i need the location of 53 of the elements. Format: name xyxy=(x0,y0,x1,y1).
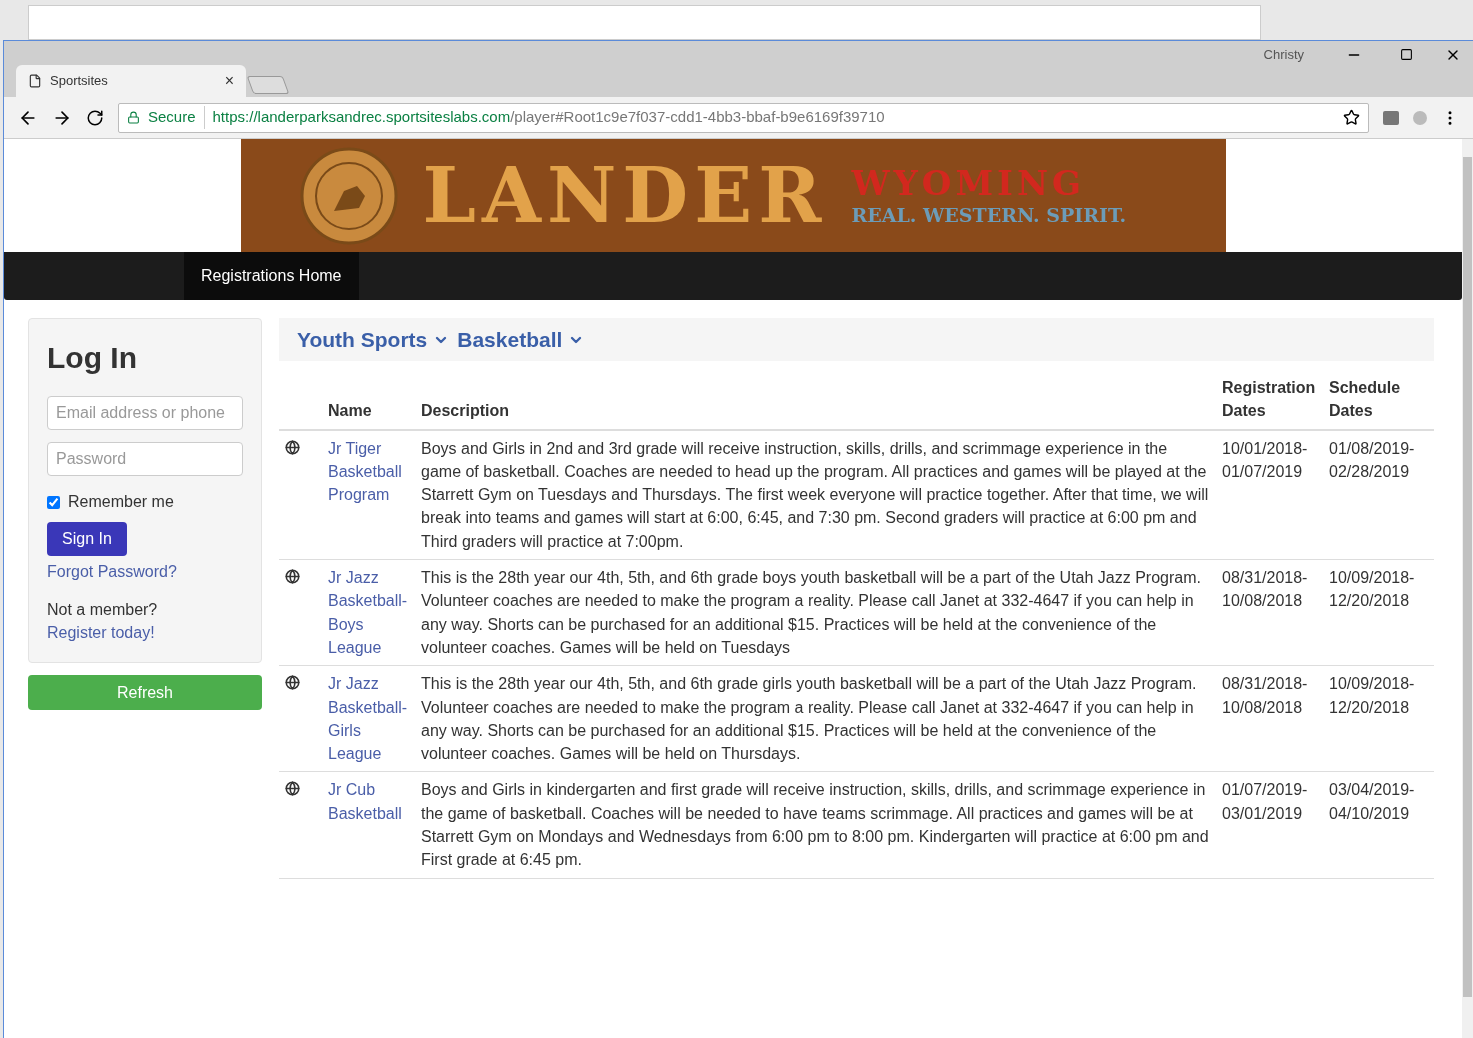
globe-icon xyxy=(285,569,300,585)
remember-label: Remember me xyxy=(68,492,174,512)
tab-close[interactable]: × xyxy=(224,69,234,93)
secure-label: Secure xyxy=(148,106,205,129)
program-name-link[interactable]: Jr Jazz Basketball-Boys League xyxy=(322,559,415,666)
registration-dates-cell: 08/31/2018-10/08/2018 xyxy=(1216,559,1323,666)
email-field[interactable]: Email address or phone xyxy=(47,396,243,430)
password-field[interactable]: Password xyxy=(47,442,243,476)
banner-title: LANDER xyxy=(422,157,828,234)
description-cell: This is the 28th year our 4th, 5th, and 6th grade girls youth basketball will be a part of the Utah Jazz Program. Volunteer coaches are needed to make the program a reality. Please call Janet at 332-4647 if you can help in any way. Shorts can be purchased for an additional $15. Practices will be held at the convenience of the volunteer coaches. Games will be held on Thursdays. xyxy=(415,665,1216,772)
address-bar[interactable]: Secure https://landerparksandrec.sportsiteslabs.com/player#Root1c9e7f037-cdd1-4bb3-bbaf-b9e6169f39710 xyxy=(118,102,1369,133)
column-header: Name xyxy=(322,376,415,430)
description-cell: This is the 28th year our 4th, 5th, and 6th grade boys youth basketball will be a part of the Utah Jazz Program. Volunteer coaches are needed to make the program a reality. Please call Janet at 332-4647 if you can help in any way. Shorts can be purchased for an additional $15. Practices will be held at the convenience of the volunteer coaches. Games will be held on Tuesdays xyxy=(415,559,1216,666)
nav-item[interactable]: Registrations Home xyxy=(184,252,359,300)
sign-in-button[interactable]: Sign In xyxy=(47,522,127,556)
maximize-icon[interactable] xyxy=(1400,48,1413,62)
breadcrumb-dropdown[interactable]: Youth Sports xyxy=(297,323,450,356)
registration-dates-cell: 08/31/2018-10/08/2018 xyxy=(1216,665,1323,772)
remember-checkbox[interactable] xyxy=(47,495,60,509)
globe-icon xyxy=(285,675,300,691)
page-icon xyxy=(28,74,42,88)
column-header: Schedule Dates xyxy=(1323,376,1434,430)
register-text: Not a member? Register today! xyxy=(47,600,159,643)
globe-icon xyxy=(285,781,300,797)
url-text: https://landerparksandrec.sportsiteslabs.com/player#Root1c9e7f037-cdd1-4bb3-bbaf-b9e6169f39710 xyxy=(212,107,886,128)
schedule-dates-cell: 10/09/2018-12/20/2018 xyxy=(1323,665,1434,772)
forgot-password-link[interactable]: Forgot Password? xyxy=(47,560,243,584)
description-cell: Boys and Girls in kindergarten and first grade will receive instruction, skills, drills, and scrimmage experience in the game of basketball. Coaches will be needed to have teams scrimmage. All practices and games will be at Starrett Gym on Mondays and Wednesdays from 6:00 pm to 8:00 pm. Kindergarten will practice at 6:00 pm and First grade at 6:45 pm. xyxy=(415,771,1216,879)
banner-tagline: REAL. WESTERN. SPIRIT. xyxy=(851,206,1127,225)
profile-name[interactable]: Christy xyxy=(1263,45,1304,65)
registration-dates-cell: 10/01/2018-01/07/2019 xyxy=(1216,429,1323,560)
breadcrumb-dropdown[interactable]: Basketball xyxy=(457,323,585,356)
extension-icon[interactable] xyxy=(1383,110,1399,125)
schedule-dates-cell: 10/09/2018-12/20/2018 xyxy=(1323,559,1434,666)
column-header: Description xyxy=(415,376,1216,430)
column-header: Registration Dates xyxy=(1216,376,1323,430)
program-name-link[interactable]: Jr Tiger Basketball Program xyxy=(322,429,415,560)
program-name-link[interactable]: Jr Jazz Basketball-Girls League xyxy=(322,665,415,772)
globe-icon xyxy=(285,439,300,455)
tab-title: Sportsites xyxy=(50,72,109,91)
register-link[interactable]: Register today! xyxy=(47,624,155,641)
description-cell: Boys and Girls in 2nd and 3rd grade will receive instruction, skills, drills, and scrimmage experience in the game of basketball. Coaches are needed to head up the program. All practices and games will be played at the Starrett Gym on Tuesdays and Thursdays. The first week everyone will practice together. After that time, we will break into teams and games will start at 6:00, 6:45, and 7:30 pm. Second graders will practice at 6:00 pm and Third graders will practice at 7:00pm. xyxy=(415,429,1216,560)
program-name-link[interactable]: Jr Cub Basketball xyxy=(322,771,415,879)
registration-dates-cell: 01/07/2019-03/01/2019 xyxy=(1216,771,1323,879)
browser-tab[interactable]: Sportsites × xyxy=(16,65,246,97)
login-title: Log In xyxy=(47,340,138,376)
schedule-dates-cell: 01/08/2019-02/28/2019 xyxy=(1323,429,1434,560)
schedule-dates-cell: 03/04/2019-04/10/2019 xyxy=(1323,771,1434,879)
scrollbar[interactable] xyxy=(1462,139,1473,1038)
banner-subtitle: WYOMING xyxy=(851,166,1087,200)
reload-icon[interactable] xyxy=(86,108,104,127)
bookmark-star-icon[interactable] xyxy=(1343,109,1360,126)
lock-icon xyxy=(127,111,140,124)
